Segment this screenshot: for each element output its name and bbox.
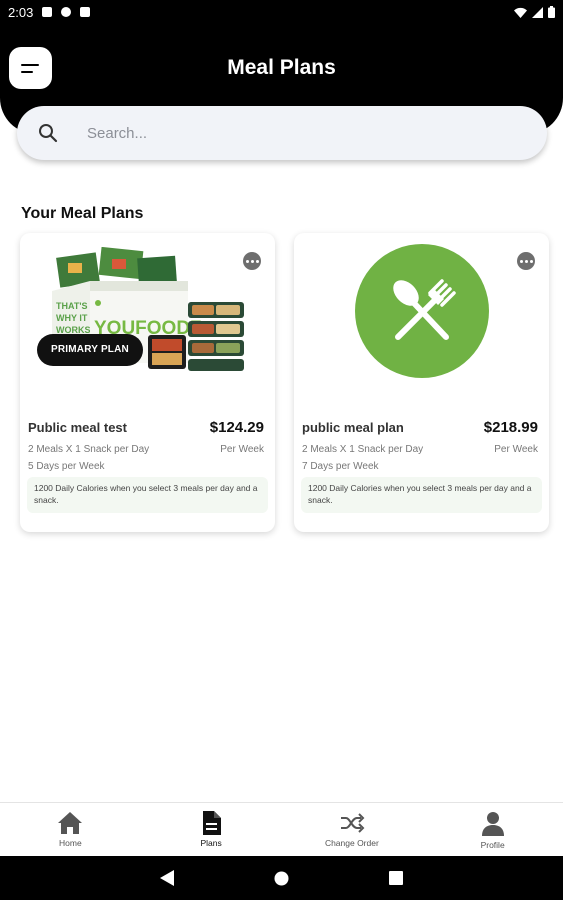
primary-plan-badge: PRIMARY PLAN <box>37 334 143 366</box>
plan-price: $124.29 <box>209 419 264 436</box>
nav-label: Change Order <box>324 838 379 848</box>
plan-meals: 2 Meals X 1 Snack per Day <box>28 444 150 455</box>
meal-plan-card[interactable]: public meal plan $218.99 2 Meals X 1 Sna… <box>294 233 549 532</box>
nav-label: Home <box>59 838 82 848</box>
notification-icon <box>42 7 53 17</box>
nav-item-plans[interactable]: Plans <box>141 803 282 856</box>
plan-name: public meal plan <box>302 420 404 435</box>
dot <box>255 259 259 263</box>
more-options-button[interactable] <box>517 252 535 270</box>
plan-calorie-note: 1200 Daily Calories when you select 3 me… <box>301 477 542 513</box>
plan-days: 5 Days per Week <box>28 461 105 472</box>
wifi-icon <box>514 7 527 18</box>
status-left: 2:03 <box>8 4 91 20</box>
dot <box>245 259 249 263</box>
app-notification-icon <box>61 7 72 17</box>
dot <box>524 259 528 263</box>
status-right <box>514 6 555 18</box>
recents-icon[interactable] <box>389 871 403 885</box>
dot <box>529 259 533 263</box>
dot <box>519 259 523 263</box>
nav-item-profile[interactable]: Profile <box>422 803 563 856</box>
plan-days: 7 Days per Week <box>302 461 379 472</box>
fork-knife-icon <box>355 244 489 378</box>
nav-label: Profile <box>480 840 505 850</box>
nav-item-change-order[interactable]: Change Order <box>282 803 423 856</box>
page-title: Meal Plans <box>227 56 336 79</box>
home-icon <box>58 812 83 834</box>
plan-price-period: Per Week <box>494 444 538 455</box>
search-icon <box>37 122 59 144</box>
status-bar: 2:03 <box>0 0 563 24</box>
person-icon <box>481 812 504 836</box>
system-navigation-bar <box>0 856 563 900</box>
battery-icon <box>548 6 555 18</box>
home-circle-icon[interactable] <box>274 871 289 886</box>
plan-name: Public meal test <box>28 420 127 435</box>
dot <box>250 259 254 263</box>
nav-item-home[interactable]: Home <box>0 803 141 856</box>
svg-text:THAT'S: THAT'S <box>56 301 87 311</box>
section-title: Your Meal Plans <box>21 205 144 222</box>
shuffle-icon <box>340 813 365 833</box>
plan-meals: 2 Meals X 1 Snack per Day <box>302 444 424 455</box>
nav-label: Plans <box>200 838 222 848</box>
bottom-navigation: Home Plans Change Order Profile <box>0 802 563 856</box>
plan-price: $218.99 <box>483 419 538 436</box>
plan-price-period: Per Week <box>220 444 264 455</box>
sd-card-icon <box>80 7 91 17</box>
meal-plan-card[interactable]: THAT'S WHY IT WORKS YOUFOODZ PRIMARY PLA… <box>20 233 275 532</box>
search-bar[interactable] <box>17 106 547 160</box>
status-time: 2:03 <box>8 4 34 20</box>
more-options-button[interactable] <box>243 252 261 270</box>
plan-calorie-note: 1200 Daily Calories when you select 3 me… <box>27 477 268 513</box>
svg-text:WHY IT: WHY IT <box>56 313 88 323</box>
signal-icon <box>532 6 543 18</box>
search-input[interactable] <box>87 124 487 142</box>
document-icon <box>203 811 222 835</box>
back-icon[interactable] <box>160 870 174 886</box>
